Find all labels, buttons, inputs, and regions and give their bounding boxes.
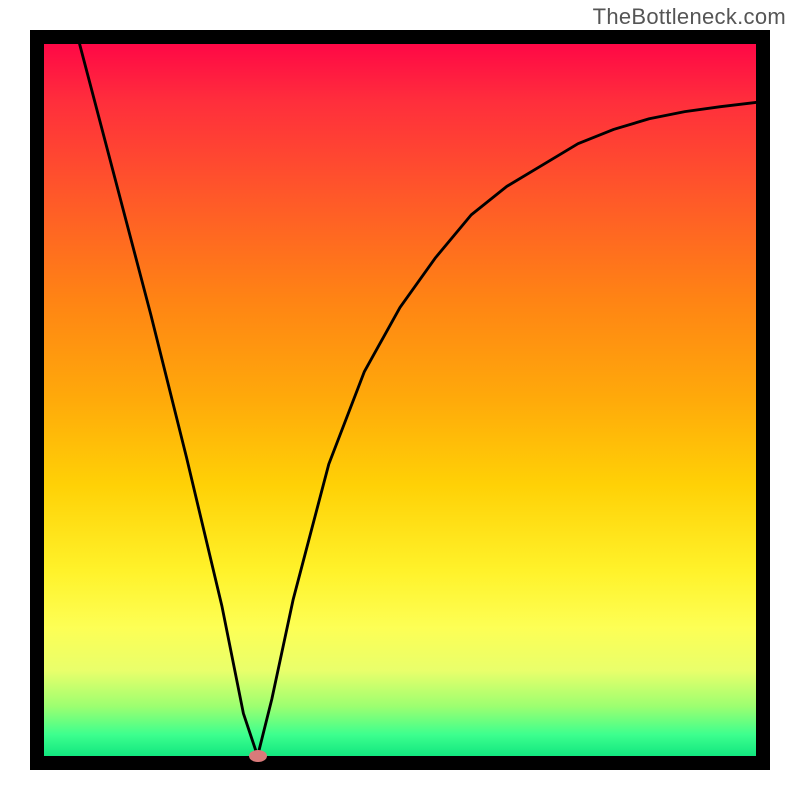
bottleneck-curve — [44, 44, 756, 756]
plot-frame — [30, 30, 770, 770]
optimal-point-marker — [249, 750, 267, 762]
chart-root: TheBottleneck.com — [0, 0, 800, 800]
plot-area — [44, 44, 756, 756]
watermark-label: TheBottleneck.com — [593, 4, 786, 30]
